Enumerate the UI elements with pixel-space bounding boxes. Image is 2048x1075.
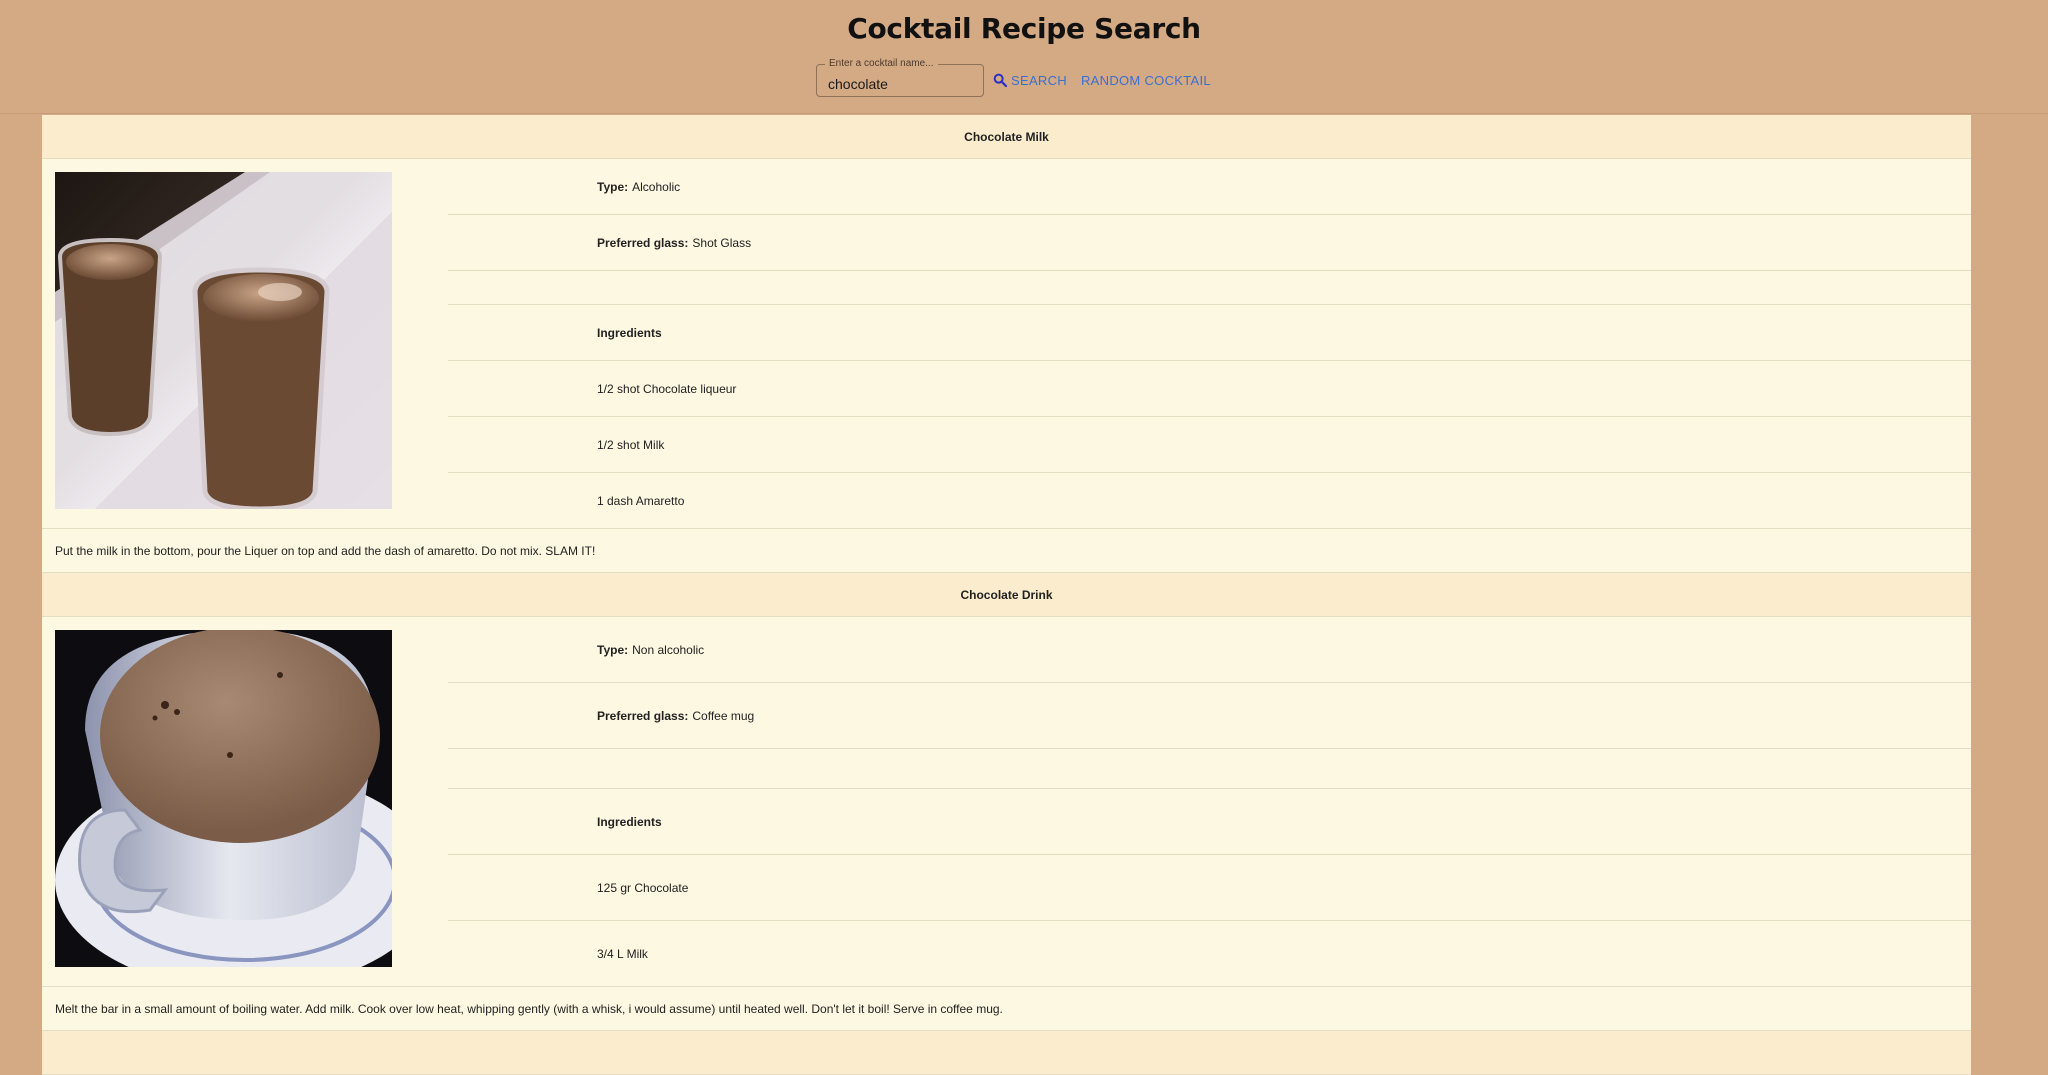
recipe-type: Type: Non alcoholic [448, 617, 1971, 683]
search-icon [993, 73, 1008, 88]
recipe-details: Type: Non alcoholic Preferred glass: Cof… [448, 617, 1971, 986]
ingredients-heading-text: Ingredients [597, 325, 662, 340]
glass-value: Coffee mug [692, 708, 755, 723]
recipe-title: Chocolate Milk [42, 115, 1971, 159]
recipe-type: Type: Alcoholic [448, 159, 1971, 215]
recipe-card: Chocolate Drink Type: Non alcoholic Pref… [42, 573, 1971, 1031]
ingredients-heading: Ingredients [448, 789, 1971, 855]
search-button[interactable]: Search [992, 72, 1067, 88]
recipe-title: Chocolate Drink [42, 573, 1971, 617]
random-cocktail-button[interactable]: Random Cocktail [1081, 73, 1211, 88]
recipe-instructions: Put the milk in the bottom, pour the Liq… [42, 529, 1971, 573]
next-recipe-title [42, 1031, 1971, 1075]
ingredients-heading-text: Ingredients [597, 814, 662, 829]
recipe-instructions: Melt the bar in a small amount of boilin… [42, 987, 1971, 1031]
page-title: Cocktail Recipe Search [847, 12, 1201, 45]
search-field[interactable]: Enter a cocktail name... [816, 57, 984, 97]
recipe-glass: Preferred glass: Coffee mug [448, 683, 1971, 749]
ingredient-item: 1/2 shot Milk [448, 417, 1971, 473]
recipe-image [42, 159, 448, 528]
ingredient-item: 125 gr Chocolate [448, 855, 1971, 921]
ingredient-item: 1 dash Amaretto [597, 493, 685, 508]
type-label: Type: [597, 179, 629, 194]
type-value: Alcoholic [632, 179, 681, 194]
type-value: Non alcoholic [632, 642, 705, 657]
recipe-card: Chocolate Milk Type: Alcoholic Preferred… [42, 115, 1971, 573]
recipe-image [42, 617, 448, 986]
shot-glasses-photo [55, 172, 392, 509]
ingredient-item: 3/4 L Milk [597, 946, 648, 961]
ingredients-heading: Ingredients [448, 305, 1971, 361]
recipe-body: Type: Alcoholic Preferred glass: Shot Gl… [42, 159, 1971, 529]
search-input[interactable] [817, 64, 983, 96]
results-list: Chocolate Milk Type: Alcoholic Preferred… [42, 115, 1971, 1075]
random-cocktail-label: Random Cocktail [1080, 72, 1211, 88]
search-bar: Enter a cocktail name... Search Random C… [816, 57, 1211, 97]
recipe-glass: Preferred glass: Shot Glass [448, 215, 1971, 271]
spacer-row [448, 749, 1971, 789]
coffee-mug-photo [55, 630, 392, 967]
recipe-details: Type: Alcoholic Preferred glass: Shot Gl… [448, 159, 1971, 528]
spacer-row [448, 271, 1971, 305]
glass-label: Preferred glass: [597, 235, 689, 250]
glass-value: Shot Glass [692, 235, 752, 250]
ingredient-item: 1/2 shot Chocolate liqueur [448, 361, 1971, 417]
recipe-body: Type: Non alcoholic Preferred glass: Cof… [42, 617, 1971, 987]
glass-label: Preferred glass: [597, 708, 689, 723]
search-button-label: Search [1011, 72, 1067, 88]
type-label: Type: [597, 642, 629, 657]
app-header: Cocktail Recipe Search Enter a cocktail … [0, 0, 2048, 114]
